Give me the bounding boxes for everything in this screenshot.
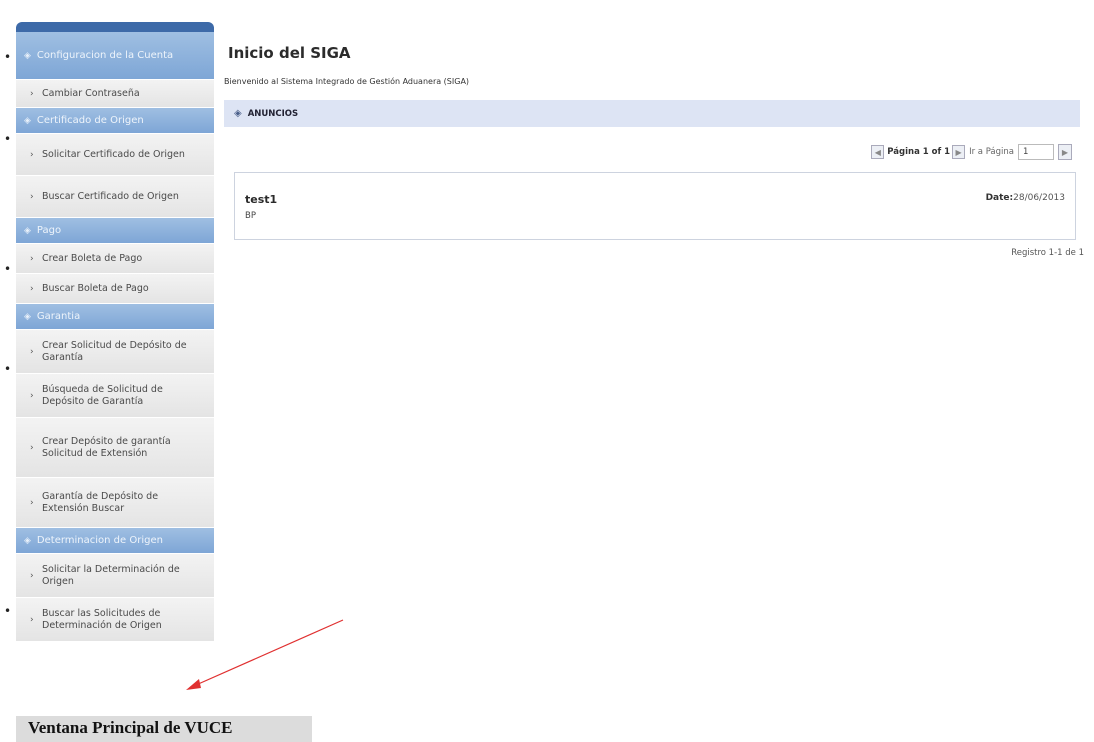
prev-page-button[interactable]: ◀ xyxy=(871,145,885,159)
chevron-right-icon: › xyxy=(30,497,34,508)
bullet-marker: • xyxy=(4,362,12,376)
section-header-label: Pago xyxy=(36,225,62,236)
sidebar-menu: ◈ Configuracion de la Cuenta › Cambiar C… xyxy=(16,22,214,712)
menu-item-solicitar-certificado[interactable]: › Solicitar Certificado de Origen xyxy=(16,134,214,176)
goto-page-label: Ir a Página xyxy=(969,147,1014,157)
chevron-right-icon: › xyxy=(30,191,34,202)
menu-item-label: Garantía de Depósito de Extensión Buscar xyxy=(42,490,159,514)
next-page-button[interactable]: ▶ xyxy=(952,145,966,159)
section-header-configuracion[interactable]: ◈ Configuracion de la Cuenta xyxy=(16,32,214,80)
bullet-marker: • xyxy=(4,604,12,618)
section-header-label: Configuracion de la Cuenta xyxy=(36,50,174,61)
menu-item-crear-deposito-extension[interactable]: › Crear Depósito de garantía Solicitud d… xyxy=(16,418,214,478)
section-header-label: Garantia xyxy=(36,311,81,322)
menu-item-label: Crear Boleta de Pago xyxy=(42,252,143,264)
diamond-icon: ◈ xyxy=(24,115,31,126)
diamond-icon: ◈ xyxy=(24,311,31,322)
bullet-marker: • xyxy=(4,132,12,146)
menu-item-label: Búsqueda de Solicitud de Depósito de Gar… xyxy=(42,383,163,407)
menu-item-label: Crear Solicitud de Depósito de Garantía xyxy=(42,339,187,363)
menu-item-buscar-boleta[interactable]: › Buscar Boleta de Pago xyxy=(16,274,214,304)
chevron-right-icon: › xyxy=(30,390,34,401)
menu-item-busqueda-solicitud-garantia[interactable]: › Búsqueda de Solicitud de Depósito de G… xyxy=(16,374,214,418)
announcement-date-label: Date: xyxy=(985,193,1014,203)
announcement-date: Date:28/06/2013 xyxy=(986,193,1065,203)
menu-item-crear-solicitud-garantia[interactable]: › Crear Solicitud de Depósito de Garantí… xyxy=(16,330,214,374)
page-number-input[interactable] xyxy=(1018,144,1054,160)
menu-item-buscar-certificado[interactable]: › Buscar Certificado de Origen xyxy=(16,176,214,218)
announcement-body: BP xyxy=(245,211,256,221)
menu-item-garantia-deposito-extension-buscar[interactable]: › Garantía de Depósito de Extensión Busc… xyxy=(16,478,214,528)
sidebar-cap xyxy=(16,22,214,32)
page-subtitle: Bienvenido al Sistema Integrado de Gesti… xyxy=(224,77,470,86)
menu-item-label: Crear Depósito de garantía Solicitud de … xyxy=(42,435,171,459)
menu-item-label: Buscar las Solicitudes de Determinación … xyxy=(42,607,162,631)
bullet-marker: • xyxy=(4,262,12,276)
chevron-right-icon: › xyxy=(30,283,34,294)
menu-item-cambiar-contrasena[interactable]: › Cambiar Contraseña xyxy=(16,80,214,108)
announcement-title: test1 xyxy=(245,193,278,206)
chevron-right-icon: › xyxy=(30,88,34,99)
diamond-icon: ◈ xyxy=(24,535,31,546)
go-page-button[interactable]: ▶ xyxy=(1058,144,1072,160)
bullet-marker: • xyxy=(4,50,12,64)
menu-item-label: Buscar Boleta de Pago xyxy=(42,282,149,294)
section-header-garantia[interactable]: ◈ Garantia xyxy=(16,304,214,330)
section-header-certificado[interactable]: ◈ Certificado de Origen xyxy=(16,108,214,134)
menu-item-label: Solicitar la Determinación de Origen xyxy=(42,563,180,587)
announcements-header-label: ANUNCIOS xyxy=(247,108,299,119)
announcements-header: ◈ ANUNCIOS xyxy=(224,100,1080,127)
announcement-date-value: 28/06/2013 xyxy=(1013,193,1065,203)
page-title: Inicio del SIGA xyxy=(228,44,351,62)
menu-item-buscar-solicitudes-determinacion[interactable]: › Buscar las Solicitudes de Determinació… xyxy=(16,598,214,642)
diamond-icon: ◈ xyxy=(24,225,31,236)
chevron-right-icon: › xyxy=(30,614,34,625)
figure-caption: Ventana Principal de VUCE xyxy=(16,716,312,742)
section-header-label: Certificado de Origen xyxy=(36,115,144,126)
chevron-right-icon: › xyxy=(30,149,34,160)
section-header-determinacion[interactable]: ◈ Determinacion de Origen xyxy=(16,528,214,554)
record-count: Registro 1-1 de 1 xyxy=(1011,248,1084,258)
section-header-label: Determinacion de Origen xyxy=(36,535,163,546)
pagination: ◀ Página 1 of 1 ▶ Ir a Página ▶ xyxy=(871,144,1072,160)
diamond-icon: ◈ xyxy=(234,108,242,119)
diamond-icon: ◈ xyxy=(24,50,31,61)
menu-item-label: Cambiar Contraseña xyxy=(42,87,140,99)
chevron-right-icon: › xyxy=(30,253,34,264)
menu-item-label: Buscar Certificado de Origen xyxy=(42,190,179,202)
menu-item-crear-boleta[interactable]: › Crear Boleta de Pago xyxy=(16,244,214,274)
menu-item-solicitar-determinacion[interactable]: › Solicitar la Determinación de Origen xyxy=(16,554,214,598)
chevron-right-icon: › xyxy=(30,346,34,357)
page-info: Página 1 of 1 xyxy=(887,147,951,157)
menu-item-label: Solicitar Certificado de Origen xyxy=(42,148,185,160)
annotation-arrow-line xyxy=(195,619,344,686)
chevron-right-icon: › xyxy=(30,570,34,581)
announcement-item: test1 BP Date:28/06/2013 xyxy=(234,172,1076,240)
section-header-pago[interactable]: ◈ Pago xyxy=(16,218,214,244)
chevron-right-icon: › xyxy=(30,442,34,453)
